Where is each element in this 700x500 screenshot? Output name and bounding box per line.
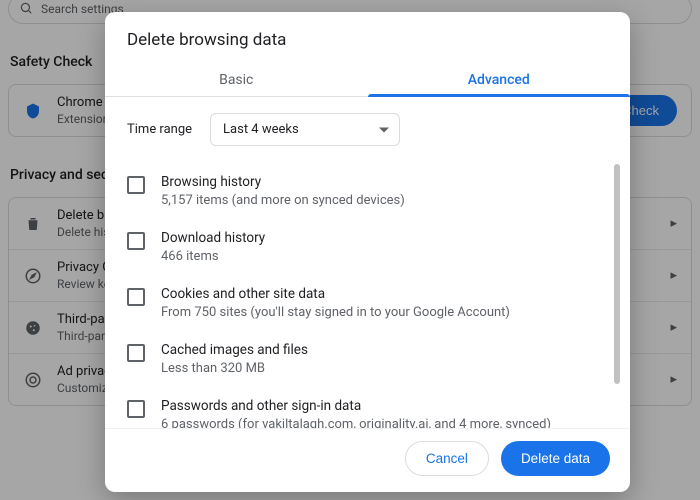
scrollbar[interactable]: [612, 164, 622, 428]
tab-basic[interactable]: Basic: [105, 64, 368, 96]
cancel-button[interactable]: Cancel: [405, 441, 489, 476]
time-range-select[interactable]: Last 4 weeks: [210, 113, 400, 146]
options-scroll-area: Browsing history 5,157 items (and more o…: [127, 164, 622, 428]
option-cached-images: Cached images and files Less than 320 MB: [127, 332, 610, 388]
dialog-body: Time range Last 4 weeks Browsing history…: [105, 97, 630, 428]
dialog-tabs: Basic Advanced: [105, 64, 630, 97]
checkbox-download-history[interactable]: [127, 232, 145, 250]
option-title: Browsing history: [161, 174, 610, 190]
option-title: Passwords and other sign-in data: [161, 398, 610, 414]
option-cookies: Cookies and other site data From 750 sit…: [127, 276, 610, 332]
option-title: Download history: [161, 230, 610, 246]
checkbox-browsing-history[interactable]: [127, 176, 145, 194]
option-download-history: Download history 466 items: [127, 220, 610, 276]
checkbox-cached-images[interactable]: [127, 344, 145, 362]
option-sub: 6 passwords (for vakiltalagh.com, origin…: [161, 417, 610, 428]
dialog-title: Delete browsing data: [105, 12, 630, 64]
option-passwords: Passwords and other sign-in data 6 passw…: [127, 388, 610, 428]
option-sub: 466 items: [161, 249, 610, 264]
time-range-label: Time range: [127, 122, 192, 137]
delete-browsing-data-dialog: Delete browsing data Basic Advanced Time…: [105, 12, 630, 492]
scrollbar-thumb[interactable]: [614, 164, 620, 384]
checkbox-passwords[interactable]: [127, 400, 145, 418]
option-sub: Less than 320 MB: [161, 361, 610, 376]
delete-data-button[interactable]: Delete data: [501, 441, 610, 476]
option-browsing-history: Browsing history 5,157 items (and more o…: [127, 164, 610, 220]
option-sub: 5,157 items (and more on synced devices): [161, 193, 610, 208]
option-sub: From 750 sites (you'll stay signed in to…: [161, 305, 610, 320]
option-title: Cookies and other site data: [161, 286, 610, 302]
option-title: Cached images and files: [161, 342, 610, 358]
time-range-row: Time range Last 4 weeks: [127, 113, 622, 146]
dialog-footer: Cancel Delete data: [105, 428, 630, 492]
time-range-value: Last 4 weeks: [223, 122, 299, 137]
chevron-down-icon: [379, 127, 389, 132]
tab-advanced[interactable]: Advanced: [368, 64, 631, 96]
checkbox-cookies[interactable]: [127, 288, 145, 306]
